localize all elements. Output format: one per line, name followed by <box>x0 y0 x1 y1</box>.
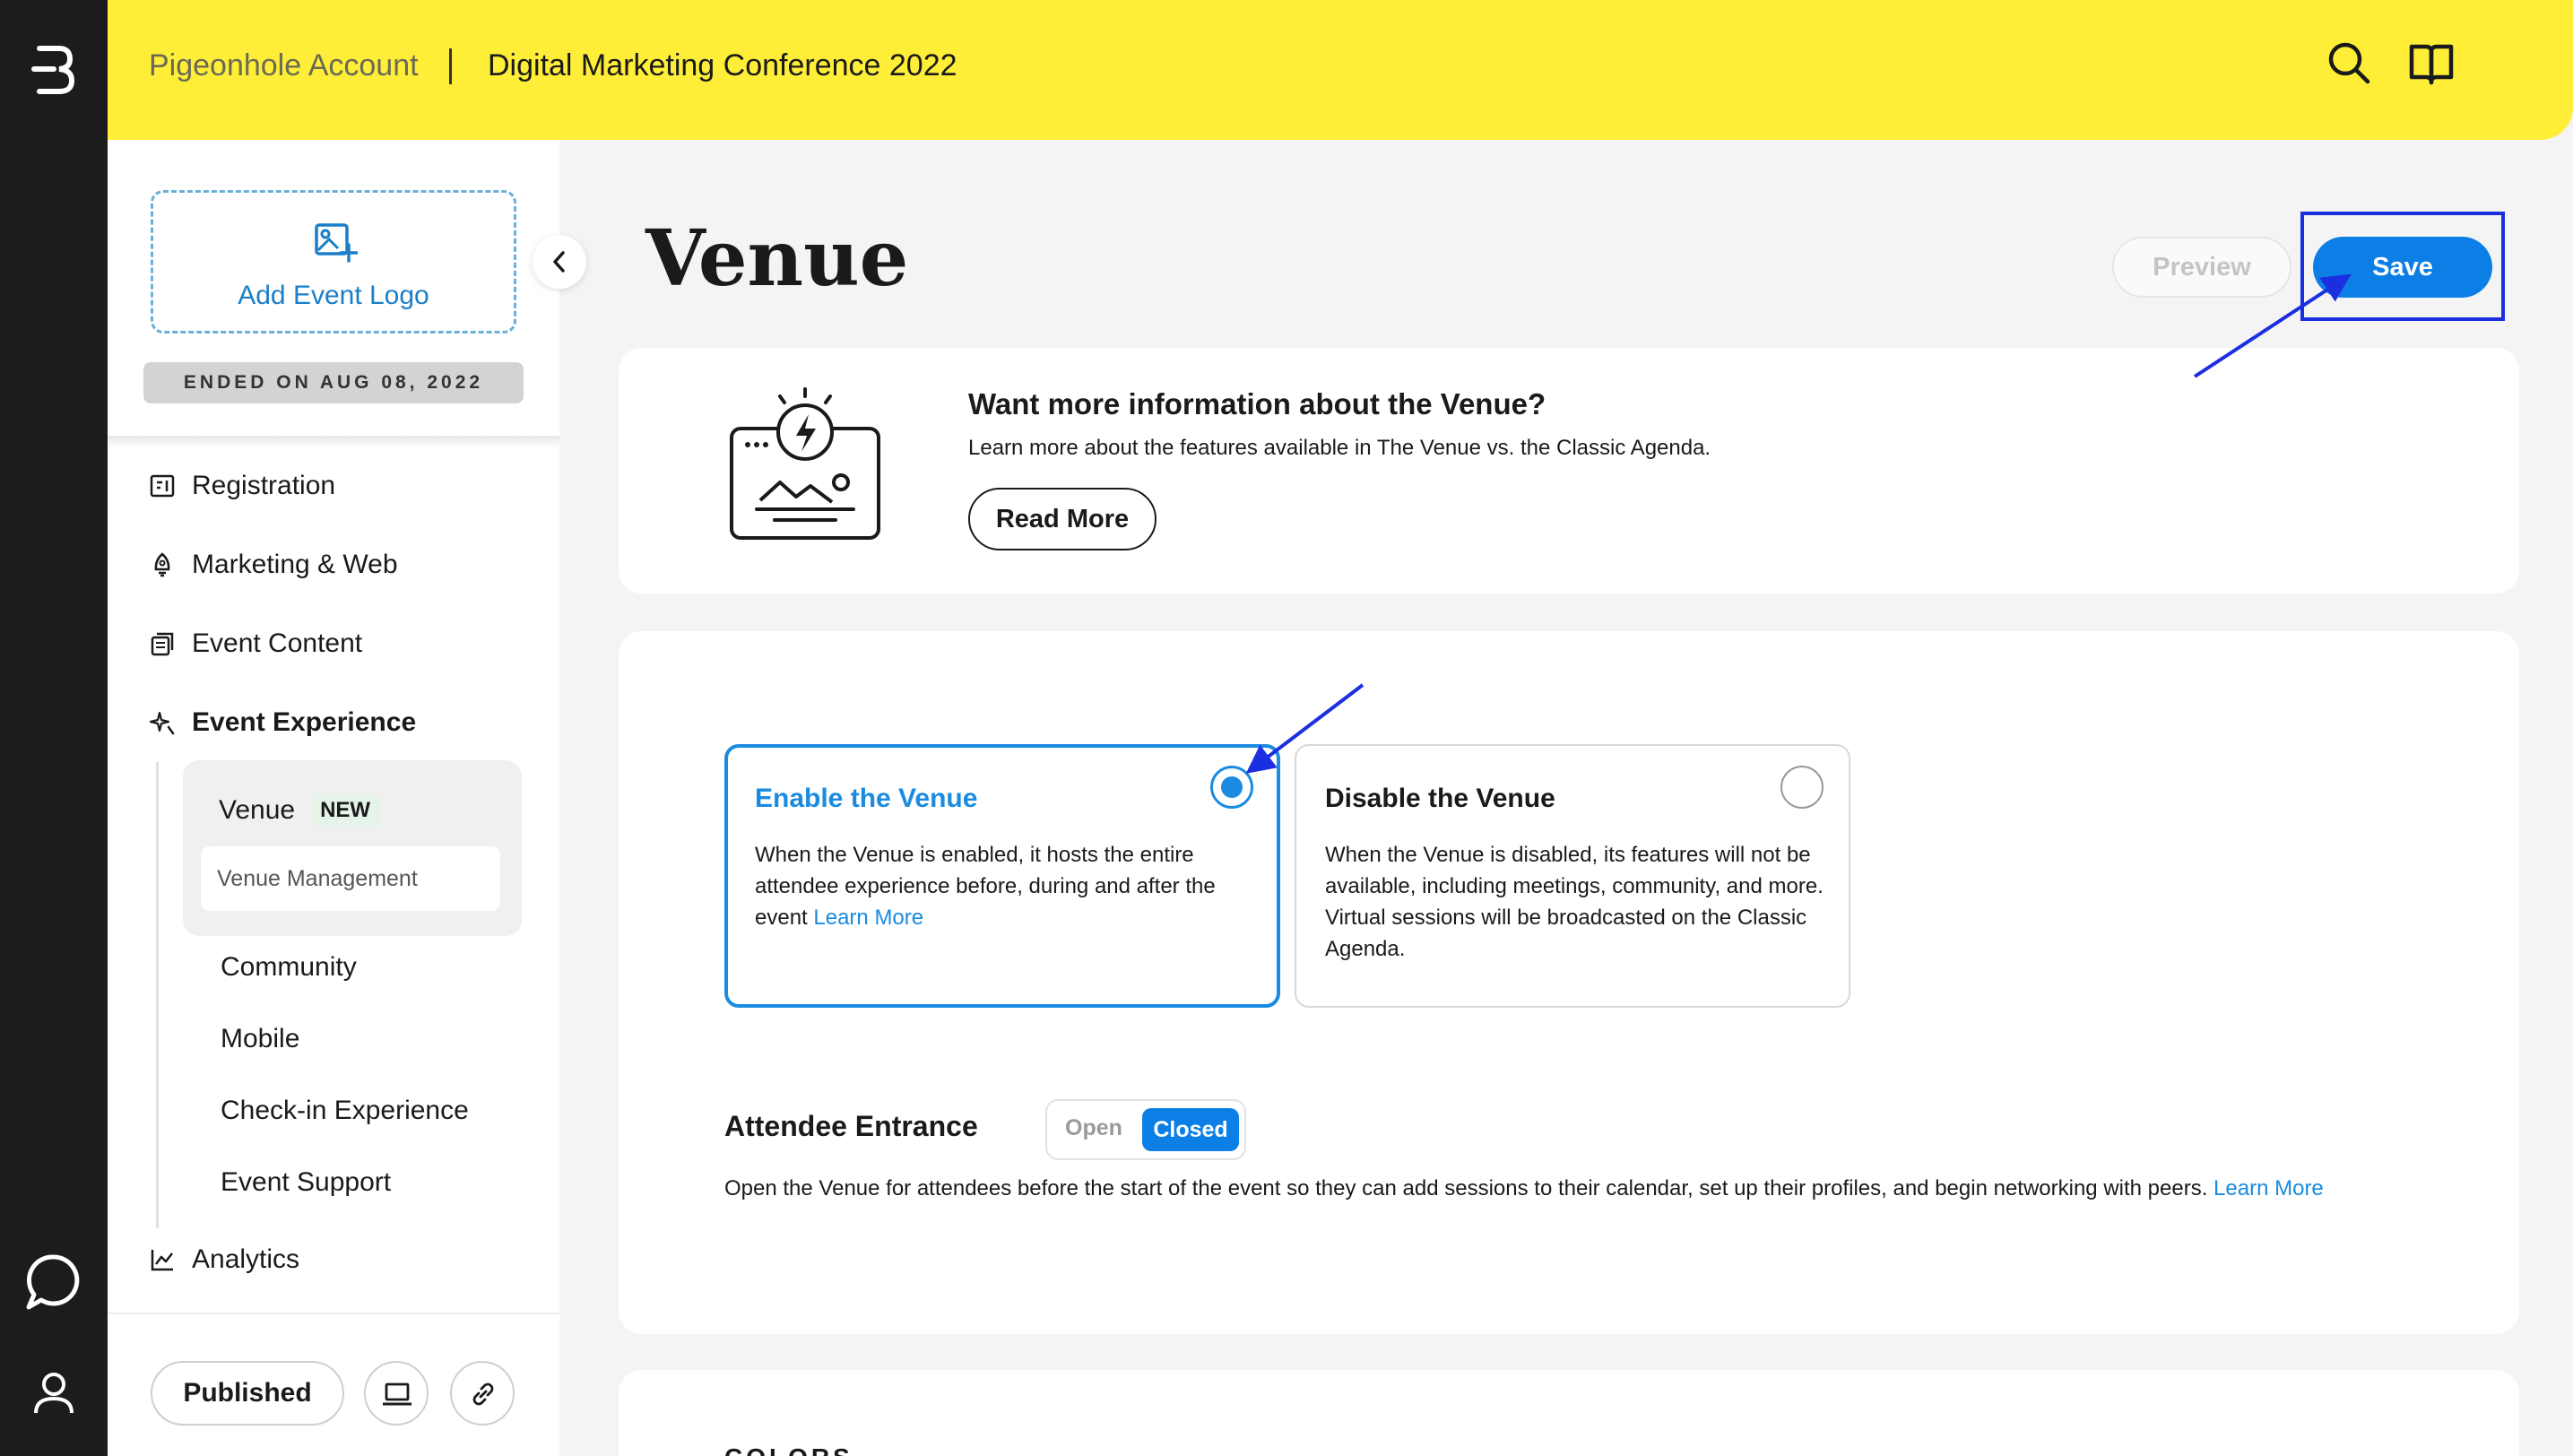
disable-venue-description: When the Venue is disabled, its features… <box>1325 843 1824 961</box>
colors-section-label: COLORS <box>724 1443 853 1456</box>
breadcrumb-event[interactable]: Digital Marketing Conference 2022 <box>488 48 957 83</box>
sidebar-divider <box>108 1313 559 1314</box>
chat-icon[interactable] <box>22 1250 86 1314</box>
sidebar-item-venue-management[interactable]: Venue Management <box>201 846 500 911</box>
attendee-entrance-toggle[interactable]: Open Closed <box>1045 1099 1246 1160</box>
enable-venue-radio[interactable] <box>1210 766 1253 809</box>
attendee-entrance-label: Attendee Entrance <box>724 1110 978 1142</box>
info-description: Learn more about the features available … <box>968 436 1711 460</box>
new-badge: NEW <box>311 794 380 827</box>
breadcrumb-separator <box>449 48 452 84</box>
copy-link-button[interactable] <box>450 1361 515 1426</box>
user-profile-icon[interactable] <box>30 1370 77 1417</box>
app-rail <box>0 0 108 1456</box>
book-icon[interactable] <box>2408 41 2455 86</box>
sidebar-item-venue[interactable]: Venue NEW <box>219 794 380 827</box>
sidebar-item-mobile[interactable]: Mobile <box>221 1024 299 1054</box>
attendee-entrance-description-text: Open the Venue for attendees before the … <box>724 1176 2214 1200</box>
sidebar-item-label: Registration <box>192 471 336 500</box>
chevron-left-icon <box>553 251 565 273</box>
add-event-logo-label: Add Event Logo <box>238 281 429 310</box>
sidebar-item-label: Venue <box>219 795 296 825</box>
disable-venue-title: Disable the Venue <box>1325 784 1555 813</box>
laptop-icon <box>383 1382 412 1406</box>
content-icon <box>151 632 174 656</box>
page-title: Venue <box>645 213 909 304</box>
submenu-guide-line <box>156 762 159 1228</box>
sidebar-item-label: Event Experience <box>192 707 417 737</box>
collapse-sidebar-button[interactable] <box>533 235 586 289</box>
sidebar-item-community[interactable]: Community <box>221 952 357 983</box>
sidebar-item-label: Analytics <box>192 1244 300 1274</box>
sidebar-item-check-in-experience[interactable]: Check-in Experience <box>221 1096 469 1126</box>
venue-info-card: Want more information about the Venue? L… <box>619 348 2519 594</box>
event-ended-badge: ENDED ON AUG 08, 2022 <box>143 362 524 403</box>
venue-illustration-icon <box>730 387 880 540</box>
registration-icon <box>150 474 175 498</box>
sparkle-icon <box>149 711 175 735</box>
sidebar-item-event-content[interactable]: Event Content <box>149 621 362 666</box>
attendee-entrance-description: Open the Venue for attendees before the … <box>724 1176 2392 1201</box>
read-more-button[interactable]: Read More <box>968 488 1157 550</box>
search-icon[interactable] <box>2326 39 2372 86</box>
entrance-open-option[interactable]: Open <box>1065 1115 1122 1141</box>
sidebar-group-venue: Venue NEW Venue Management <box>183 760 522 936</box>
published-button[interactable]: Published <box>151 1361 344 1426</box>
colors-card: COLORS <box>619 1370 2519 1456</box>
brand-logo-icon[interactable] <box>27 39 81 99</box>
sidebar-item-event-support[interactable]: Event Support <box>221 1167 391 1198</box>
add-event-logo-button[interactable]: Add Event Logo <box>151 190 516 334</box>
breadcrumb-account[interactable]: Pigeonhole Account <box>149 48 419 83</box>
disable-venue-radio[interactable] <box>1780 766 1824 809</box>
top-bar: Pigeonhole Account Digital Marketing Con… <box>108 0 2573 140</box>
add-image-icon <box>315 223 358 263</box>
sidebar-item-marketing-web[interactable]: Marketing & Web <box>149 542 398 587</box>
rocket-icon <box>154 552 170 577</box>
link-icon <box>472 1382 494 1406</box>
enable-venue-learn-more-link[interactable]: Learn More <box>813 906 923 930</box>
sidebar-item-label: Event Content <box>192 628 363 658</box>
sidebar: Add Event Logo ENDED ON AUG 08, 2022 Reg… <box>108 140 559 1456</box>
info-title: Want more information about the Venue? <box>968 387 1546 420</box>
preview-button[interactable]: Preview <box>2112 237 2291 298</box>
enable-venue-description: When the Venue is enabled, it hosts the … <box>755 839 1253 933</box>
sidebar-item-event-experience[interactable]: Event Experience <box>149 700 416 745</box>
sidebar-divider-shadow <box>108 436 559 448</box>
preview-device-button[interactable] <box>364 1361 429 1426</box>
save-highlight-annotation <box>2300 212 2505 321</box>
sidebar-item-label: Marketing & Web <box>192 550 398 579</box>
disable-venue-option[interactable]: Disable the Venue When the Venue is disa… <box>1295 744 1850 1008</box>
venue-settings-card: Enable the Venue When the Venue is enabl… <box>619 631 2519 1334</box>
radio-selected-dot <box>1221 776 1243 798</box>
entrance-closed-option[interactable]: Closed <box>1142 1108 1239 1151</box>
entrance-learn-more-link[interactable]: Learn More <box>2213 1176 2324 1200</box>
sidebar-item-registration[interactable]: Registration <box>149 464 335 508</box>
enable-venue-title: Enable the Venue <box>755 784 978 813</box>
enable-venue-option[interactable]: Enable the Venue When the Venue is enabl… <box>724 744 1280 1008</box>
chart-icon <box>151 1250 173 1271</box>
sidebar-item-analytics[interactable]: Analytics <box>149 1237 299 1282</box>
